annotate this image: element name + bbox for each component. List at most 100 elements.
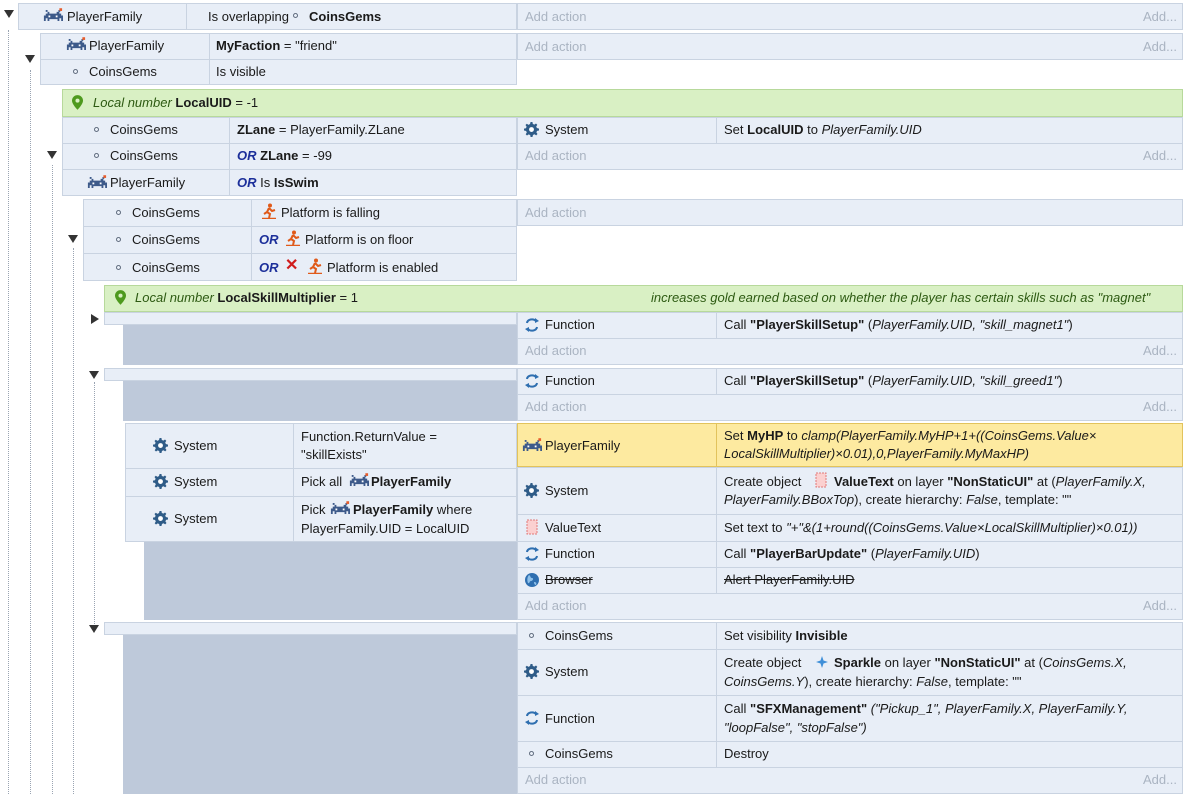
add-action-link[interactable]: Add action (525, 39, 586, 55)
action-text: ValueText on layer "NonStaticUI" at (Pla… (834, 474, 1146, 489)
collapse-toggle[interactable] (4, 10, 14, 18)
player-family-icon (66, 37, 86, 52)
condition-text: ZLane = PlayerFamily.ZLane (237, 122, 405, 137)
event-6-body (123, 381, 517, 421)
condition-object: CoinsGems (132, 232, 200, 247)
action-text: Destroy (724, 746, 769, 761)
condition-object: System (174, 511, 218, 526)
event-8-body (123, 635, 517, 794)
collapse-toggle[interactable] (89, 371, 99, 379)
player-family-icon (330, 501, 350, 516)
add-button[interactable]: Add... (1143, 9, 1177, 25)
player-family-icon (349, 473, 369, 488)
event-7-body (144, 542, 517, 620)
sparkle-icon (816, 656, 828, 668)
action-text: Set text to "+"&(1+round((CoinsGems.Valu… (724, 520, 1138, 535)
action-text: PlayerFamily.BBoxTop), create hierarchy:… (724, 492, 1072, 507)
condition-text: OR Is IsSwim (237, 175, 319, 190)
condition-object: PlayerFamily (67, 9, 143, 24)
action-text: CoinsGems.Y), create hierarchy: False, t… (724, 674, 1022, 689)
condition-text: PlayerFamily where (353, 502, 473, 517)
condition-text: Function.ReturnValue = (301, 429, 437, 444)
condition-text: Is visible (216, 64, 266, 79)
add-action-link[interactable]: Add action (525, 205, 586, 221)
player-family-icon (522, 438, 542, 453)
gear-icon (524, 664, 539, 679)
action-text: Set LocalUID to PlayerFamily.UID (724, 122, 922, 137)
or-label: OR (259, 260, 279, 275)
condition-text: Platform is falling (281, 205, 380, 220)
condition-object: PlayerFamily (89, 38, 165, 53)
condition-object: CoinsGems (132, 260, 200, 275)
condition-text: MyFaction = "friend" (216, 38, 337, 53)
condition-object: System (174, 438, 218, 453)
local-variable-comment: increases gold earned based on whether t… (651, 290, 1151, 305)
event-4-actions[interactable] (517, 199, 1183, 226)
action-text: "loopFalse", "stopFalse") (724, 720, 867, 735)
add-action-link[interactable]: Add action (525, 9, 586, 25)
player-family-icon (87, 175, 107, 190)
action-text: Create object (724, 655, 802, 670)
action-object: System (545, 122, 589, 137)
event-5-conditions[interactable] (104, 312, 517, 325)
condition-object: CoinsGems (110, 122, 178, 137)
function-icon (524, 373, 540, 389)
condition-text: Pick all (301, 474, 343, 489)
action-object: CoinsGems (545, 746, 613, 761)
condition-target: CoinsGems (309, 9, 382, 24)
action-object: PlayerFamily (545, 438, 621, 453)
add-button[interactable]: Add... (1143, 772, 1177, 788)
add-button[interactable]: Add... (1143, 598, 1177, 614)
add-button[interactable]: Add... (1143, 399, 1177, 415)
add-action-link[interactable]: Add action (525, 598, 586, 614)
action-text: Set visibility Invisible (724, 628, 848, 643)
collapse-toggle[interactable] (47, 151, 57, 159)
function-icon (524, 317, 540, 333)
action-text: Set MyHP to clamp(PlayerFamily.MyHP+1+((… (724, 428, 1097, 443)
add-action-link[interactable]: Add action (525, 343, 586, 359)
action-text: Alert PlayerFamily.UID (724, 572, 855, 587)
collapse-toggle[interactable] (89, 625, 99, 633)
local-variable-text: Local number LocalUID = -1 (93, 95, 259, 110)
add-action-link[interactable]: Add action (525, 399, 586, 415)
gear-icon (153, 438, 168, 453)
collapse-toggle[interactable] (25, 55, 35, 63)
condition-target: PlayerFamily (371, 474, 452, 489)
platform-icon (285, 230, 301, 246)
condition-text: Is overlapping (208, 9, 289, 24)
platform-icon (261, 203, 277, 219)
event-6-conditions[interactable] (104, 368, 517, 381)
action-text: Sparkle on layer "NonStaticUI" at (Coins… (834, 655, 1127, 670)
location-pin-icon (115, 290, 126, 305)
add-button[interactable]: Add... (1143, 343, 1177, 359)
add-action-link[interactable]: Add action (525, 148, 586, 164)
or-label: OR (259, 232, 279, 247)
action-object: CoinsGems (545, 628, 613, 643)
action-object: System (545, 483, 589, 498)
gear-icon (524, 483, 539, 498)
add-action-link[interactable]: Add action (525, 772, 586, 788)
gear-icon (153, 511, 168, 526)
action-object: Function (545, 373, 595, 388)
action-text: Call "SFXManagement" ("Pickup_1", Player… (724, 701, 1128, 716)
condition-object: PlayerFamily (110, 175, 186, 190)
add-button[interactable]: Add... (1143, 148, 1177, 164)
action-object: System (545, 664, 589, 679)
action-text: Call "PlayerSkillSetup" (PlayerFamily.UI… (724, 317, 1073, 332)
collapse-toggle[interactable] (68, 235, 78, 243)
action-object: Browser (545, 572, 593, 587)
function-icon (524, 546, 540, 562)
event-8-conditions[interactable] (104, 622, 517, 635)
condition-object: CoinsGems (110, 148, 178, 163)
event-1-actions[interactable] (517, 3, 1183, 30)
action-text: Call "PlayerBarUpdate" (PlayerFamily.UID… (724, 546, 980, 561)
add-button[interactable]: Add... (1143, 39, 1177, 55)
event-5-body (123, 325, 517, 365)
expand-toggle[interactable] (91, 314, 99, 324)
action-text: Call "PlayerSkillSetup" (PlayerFamily.UI… (724, 373, 1063, 388)
condition-text: OR ZLane = -99 (237, 148, 333, 163)
sprite-icon (815, 472, 827, 488)
event-2-actions[interactable] (517, 33, 1183, 60)
condition-object: CoinsGems (89, 64, 157, 79)
gear-icon (153, 474, 168, 489)
